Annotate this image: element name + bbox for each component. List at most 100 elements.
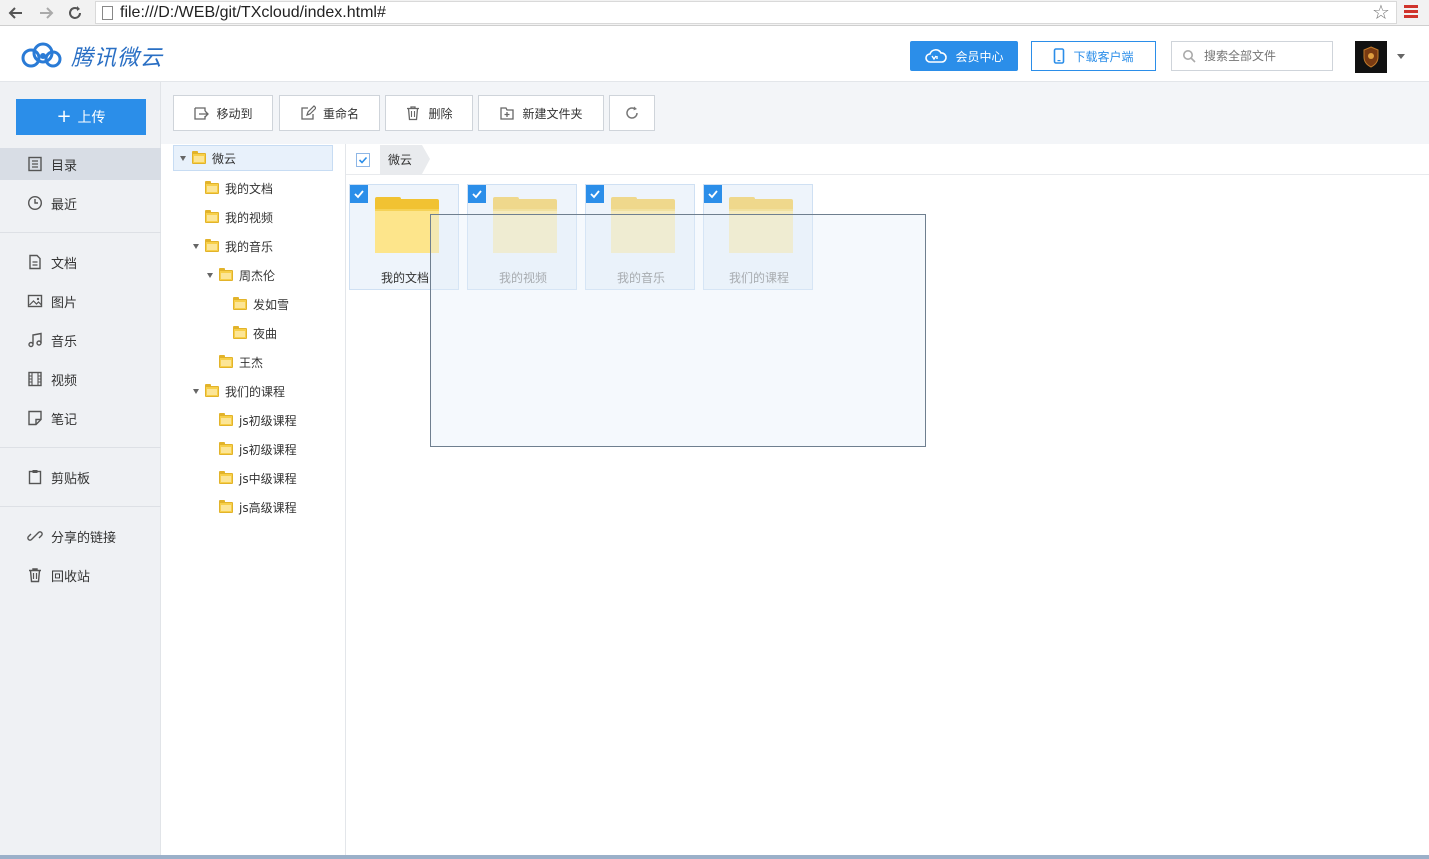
- tree-node[interactable]: 我的文档: [205, 175, 273, 201]
- folder-icon: [205, 383, 219, 397]
- tree-node-root[interactable]: 微云: [173, 145, 333, 171]
- expand-arrow-icon[interactable]: [180, 155, 186, 161]
- sidebar-item-label: 音乐: [51, 334, 78, 350]
- tree-node[interactable]: 我们的课程: [193, 378, 285, 404]
- refresh-button[interactable]: [609, 95, 655, 131]
- upload-button[interactable]: + 上传: [16, 99, 146, 135]
- item-checkbox[interactable]: [468, 185, 486, 203]
- search-input[interactable]: [1204, 49, 1324, 63]
- app-header: 腾讯微云 会员中心 下载客户端: [0, 26, 1429, 82]
- folder-icon: [192, 150, 206, 164]
- tree-node-label: 周杰伦: [239, 268, 276, 283]
- sidebar-item-recycle-bin[interactable]: 回收站: [0, 559, 161, 591]
- tree-node-label: 我的文档: [225, 181, 274, 196]
- browser-menu-icon[interactable]: [1404, 5, 1418, 19]
- sidebar-item-video[interactable]: 视频: [0, 363, 161, 395]
- tree-node[interactable]: 王杰: [219, 349, 263, 375]
- edit-icon: [301, 105, 316, 120]
- rename-label: 重命名: [322, 106, 359, 121]
- new-folder-icon: [500, 107, 515, 120]
- move-to-label: 移动到: [216, 106, 253, 121]
- item-checkbox[interactable]: [704, 185, 722, 203]
- sidebar-item-clipboard[interactable]: 剪贴板: [0, 461, 161, 493]
- sidebar-item-label: 视频: [51, 373, 78, 389]
- search-box[interactable]: [1171, 41, 1333, 71]
- sidebar-item-label: 分享的链接: [51, 530, 117, 546]
- tree-node-label: js初级课程: [239, 442, 297, 457]
- link-icon: [27, 531, 43, 541]
- expand-arrow-icon[interactable]: [207, 272, 213, 278]
- move-to-button[interactable]: 移动到: [173, 95, 273, 131]
- sidebar-item-recent[interactable]: 最近: [0, 187, 161, 219]
- search-icon: [1183, 50, 1196, 63]
- sidebar-item-directory[interactable]: 目录: [0, 148, 161, 180]
- forward-button[interactable]: [36, 3, 56, 23]
- sidebar-item-label: 笔记: [51, 412, 78, 428]
- tree-node[interactable]: js初级课程: [219, 407, 297, 433]
- film-icon: [28, 371, 42, 387]
- sidebar-item-shared-links[interactable]: 分享的链接: [0, 520, 161, 552]
- new-folder-button[interactable]: 新建文件夹: [478, 95, 604, 131]
- sidebar-item-music[interactable]: 音乐: [0, 324, 161, 356]
- expand-arrow-icon[interactable]: [193, 388, 199, 394]
- folder-icon: [233, 296, 247, 310]
- page-icon: [102, 6, 113, 20]
- select-all-checkbox[interactable]: [356, 153, 370, 167]
- breadcrumb-bar: 微云: [346, 144, 1429, 175]
- folder-icon: [205, 238, 219, 252]
- download-client-label: 下载客户端: [1073, 49, 1134, 64]
- sidebar-item-documents[interactable]: 文档: [0, 246, 161, 278]
- toolbar: 移动到 重命名 删除 新建文件夹: [161, 82, 1429, 144]
- tree-node[interactable]: 我的音乐: [193, 233, 273, 259]
- sidebar-item-label: 目录: [51, 158, 78, 174]
- reload-button[interactable]: [65, 3, 85, 23]
- sidebar-divider: [0, 232, 161, 233]
- logo-text: 腾讯微云: [71, 46, 164, 71]
- item-checkbox[interactable]: [350, 185, 368, 203]
- check-icon: [590, 190, 600, 199]
- breadcrumb[interactable]: 微云: [380, 145, 431, 174]
- folder-icon: [219, 441, 233, 455]
- sidebar-item-notes[interactable]: 笔记: [0, 402, 161, 434]
- download-client-button[interactable]: 下载客户端: [1031, 41, 1156, 71]
- folder-icon: [233, 325, 247, 339]
- rename-button[interactable]: 重命名: [279, 95, 380, 131]
- tree-node-label: 微云: [212, 151, 237, 166]
- tree-node[interactable]: js高级课程: [219, 494, 297, 520]
- avatar-dropdown-icon[interactable]: [1397, 54, 1405, 59]
- clipboard-icon: [28, 470, 42, 485]
- expand-arrow-icon[interactable]: [193, 243, 199, 249]
- tree-node[interactable]: js初级课程: [219, 436, 297, 462]
- item-checkbox[interactable]: [586, 185, 604, 203]
- folder-icon: [219, 354, 233, 368]
- phone-icon: [1054, 48, 1065, 64]
- tree-node[interactable]: 我的视频: [205, 204, 273, 230]
- avatar-emblem-icon: [1363, 46, 1379, 68]
- cloud-vip-icon: [925, 49, 948, 63]
- browser-toolbar: file:///D:/WEB/git/TXcloud/index.html# ☆: [0, 0, 1429, 26]
- list-icon: [28, 156, 42, 172]
- refresh-icon: [626, 106, 638, 119]
- avatar[interactable]: [1355, 41, 1387, 73]
- folder-icon: [219, 412, 233, 426]
- tree-node[interactable]: 夜曲: [233, 320, 277, 346]
- sidebar-item-label: 文档: [51, 256, 78, 272]
- logo[interactable]: 腾讯微云: [19, 40, 163, 72]
- tree-node-label: 我的音乐: [225, 239, 274, 254]
- tree-node-label: 夜曲: [253, 326, 278, 341]
- tree-node-label: js初级课程: [239, 413, 297, 428]
- tree-node[interactable]: 发如雪: [233, 291, 289, 317]
- star-icon[interactable]: ☆: [1372, 2, 1390, 22]
- tree-node[interactable]: js中级课程: [219, 465, 297, 491]
- document-icon: [29, 254, 41, 270]
- arrow-left-icon: [8, 7, 22, 19]
- plus-icon: +: [56, 106, 72, 127]
- sidebar-item-images[interactable]: 图片: [0, 285, 161, 317]
- delete-button[interactable]: 删除: [385, 95, 473, 131]
- tree-node-label: js中级课程: [239, 471, 297, 486]
- vip-center-button[interactable]: 会员中心: [910, 41, 1018, 71]
- back-button[interactable]: [6, 3, 26, 23]
- address-bar[interactable]: file:///D:/WEB/git/TXcloud/index.html#: [95, 1, 1397, 24]
- folder-tree: 微云 我的文档 我的视频 我的音乐 周杰伦 发如雪 夜曲 王杰 我们的课程 js…: [161, 144, 346, 859]
- tree-node[interactable]: 周杰伦: [207, 262, 275, 288]
